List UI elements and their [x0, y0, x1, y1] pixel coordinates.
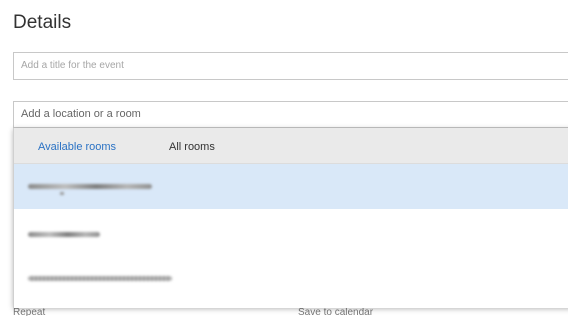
- redacted-room-name: [28, 232, 100, 237]
- event-details-page: Details Repeat Save to calendar Availabl…: [0, 0, 568, 316]
- location-input[interactable]: [13, 101, 568, 128]
- redacted-room-name: [28, 184, 152, 189]
- room-option[interactable]: [14, 164, 568, 209]
- redacted-room-name: [28, 276, 172, 281]
- obscured-labels-row: Repeat Save to calendar: [0, 307, 568, 316]
- tab-all-rooms[interactable]: All rooms: [169, 128, 215, 164]
- tab-available-rooms[interactable]: Available rooms: [38, 128, 116, 164]
- room-tabs: Available rooms All rooms: [14, 128, 568, 164]
- save-to-calendar-label: Save to calendar: [298, 307, 374, 316]
- event-title-input[interactable]: [13, 52, 568, 80]
- redacted-room-detail: [60, 192, 64, 195]
- room-option[interactable]: [14, 254, 568, 299]
- room-suggestions-dropdown: Available rooms All rooms: [13, 128, 568, 308]
- repeat-label: Repeat: [13, 307, 46, 316]
- room-option[interactable]: [14, 209, 568, 254]
- page-title: Details: [13, 12, 72, 33]
